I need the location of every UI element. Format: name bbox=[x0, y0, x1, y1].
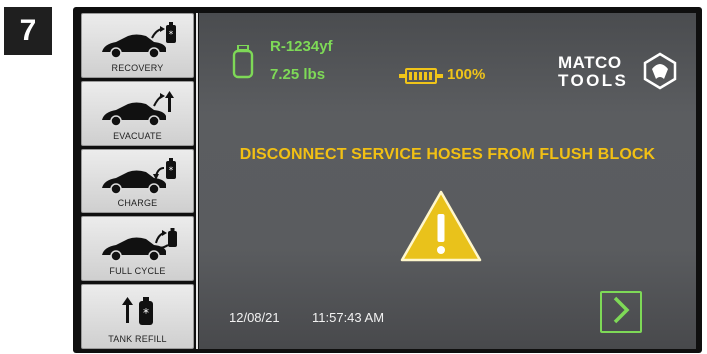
sidebar-item-label: EVACUATE bbox=[113, 130, 162, 141]
next-button[interactable] bbox=[600, 291, 642, 333]
car-evacuate-icon bbox=[82, 86, 193, 130]
warning-icon bbox=[398, 188, 484, 271]
instruction-message: DISCONNECT SERVICE HOSES FROM FLUSH BLOC… bbox=[239, 146, 656, 163]
divider bbox=[196, 13, 198, 349]
time-readout: 11:57:43 AM bbox=[312, 310, 385, 325]
refrigerant-type: R-1234yf bbox=[270, 38, 333, 55]
sidebar-item-label: FULL CYCLE bbox=[109, 266, 166, 277]
tank-refill-icon: * bbox=[82, 289, 193, 333]
date-readout: 12/08/21 bbox=[229, 310, 280, 325]
svg-text:TOOLS: TOOLS bbox=[558, 71, 628, 90]
device-frame: * RECOVERY EVACUATE * CHARGE FULL CYCLE … bbox=[73, 7, 702, 353]
svg-text:*: * bbox=[168, 166, 173, 176]
refrigerant-tank-icon bbox=[232, 44, 254, 84]
svg-text:*: * bbox=[143, 306, 149, 320]
sidebar-item-label: TANK REFILL bbox=[108, 333, 167, 344]
car-full-cycle-icon bbox=[82, 221, 193, 265]
svg-text:MATCO: MATCO bbox=[558, 53, 622, 72]
battery-icon bbox=[399, 68, 443, 89]
sidebar-item-recovery[interactable]: * RECOVERY bbox=[81, 13, 194, 78]
chevron-right-icon bbox=[609, 295, 633, 330]
refrigerant-weight: 7.25 lbs bbox=[270, 66, 326, 83]
sidebar-item-label: RECOVERY bbox=[111, 62, 164, 73]
car-charge-icon: * bbox=[82, 154, 193, 198]
sidebar-item-charge[interactable]: * CHARGE bbox=[81, 148, 194, 214]
step-number-badge: 7 bbox=[4, 7, 52, 55]
car-recovery-icon: * bbox=[82, 18, 193, 62]
sidebar: * RECOVERY EVACUATE * CHARGE FULL CYCLE … bbox=[81, 13, 194, 349]
sidebar-item-full-cycle[interactable]: FULL CYCLE bbox=[81, 216, 194, 282]
sidebar-item-evacuate[interactable]: EVACUATE bbox=[81, 80, 194, 146]
svg-text:*: * bbox=[168, 30, 173, 40]
battery-level: 100% bbox=[447, 66, 486, 83]
matco-tools-logo: MATCO TOOLS bbox=[556, 51, 682, 96]
sidebar-item-label: CHARGE bbox=[117, 198, 158, 209]
main-screen: R-1234yf 7.25 lbs 100% MATCO TOOLS DISCO… bbox=[199, 13, 696, 349]
sidebar-item-tank-refill[interactable]: * TANK REFILL bbox=[81, 284, 194, 349]
